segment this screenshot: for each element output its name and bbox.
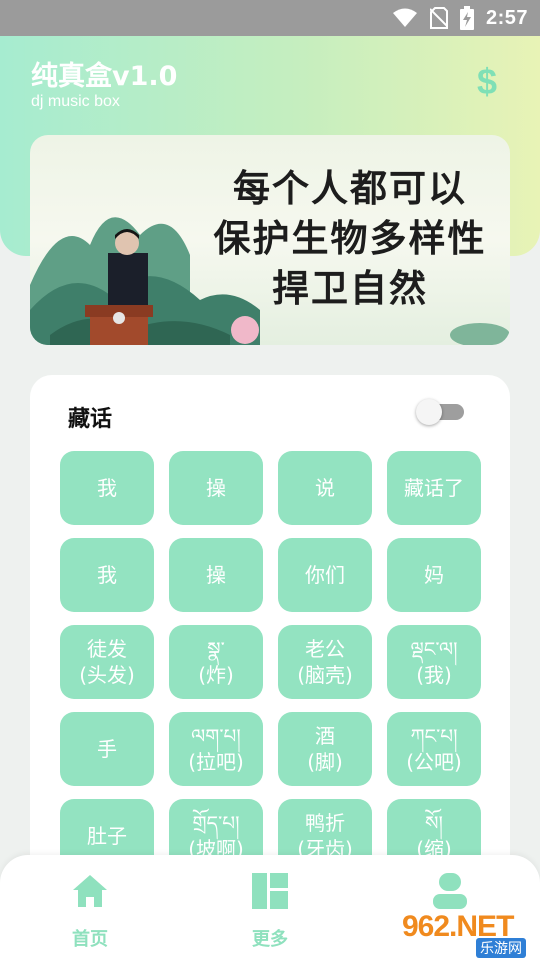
- sound-button-label: (我): [416, 663, 452, 687]
- banner-line: 捍卫自然: [272, 266, 428, 310]
- sound-button-label: (公吧): [406, 750, 462, 774]
- sound-button[interactable]: 操: [169, 451, 263, 525]
- sound-button-label: 操: [206, 563, 226, 587]
- sound-button[interactable]: 操: [169, 538, 263, 612]
- sound-button-label: 藏话了: [404, 476, 464, 500]
- home-icon: [73, 875, 107, 907]
- sound-button-grid: 我操说藏话了我操你们妈徒发 (头发) སྣ་ (炸) 老公 (脑壳) ལྡང་ལ། (我) 手 ལ…: [60, 451, 481, 873]
- app-subtitle: dj music box: [31, 93, 120, 110]
- sound-button-label: (脑壳): [297, 663, 353, 687]
- sound-button-label: 徒发: [87, 637, 127, 661]
- sound-button[interactable]: 妈: [387, 538, 481, 612]
- sound-button-label: ལག་པ།: [191, 724, 241, 748]
- nav-more[interactable]: 更多: [225, 871, 315, 951]
- sound-button-label: 我: [97, 476, 117, 500]
- sound-button-label: 操: [206, 476, 226, 500]
- sound-button-label: ཀང་པ།: [410, 724, 458, 748]
- sound-button[interactable]: 酒 (脚): [278, 712, 372, 786]
- sound-button[interactable]: 手: [60, 712, 154, 786]
- watermark-logo: 962.NET 乐游网: [400, 908, 536, 958]
- sound-button[interactable]: 徒发 (头发): [60, 625, 154, 699]
- sound-button-label: (拉吧): [188, 750, 244, 774]
- sound-button-label: 鸭折: [305, 811, 345, 835]
- sound-button[interactable]: ལྡང་ལ། (我): [387, 625, 481, 699]
- sound-button[interactable]: 我: [60, 538, 154, 612]
- card-title: 藏话: [68, 407, 113, 432]
- sound-button[interactable]: 说: [278, 451, 372, 525]
- sound-button[interactable]: སྣ་ (炸): [169, 625, 263, 699]
- banner-line: 保护生物多样性: [213, 216, 487, 260]
- sound-button-label: 我: [97, 563, 117, 587]
- app-title: 纯真盒v1.0: [31, 61, 178, 92]
- sound-button-label: (头发): [79, 663, 135, 687]
- sound-button-label: སྣ་: [207, 637, 225, 661]
- sound-button-label: (炸): [198, 663, 234, 687]
- watermark-sub: 乐游网: [476, 938, 526, 958]
- battery-charging-icon: [459, 6, 474, 30]
- sound-button-label: 酒: [315, 724, 335, 748]
- grid-icon: [252, 873, 288, 909]
- status-time: 2:57: [485, 6, 528, 29]
- sound-button-label: 手: [97, 737, 117, 761]
- wifi-icon: [392, 8, 417, 27]
- sound-button-label: 你们: [305, 563, 345, 587]
- sound-button-label: 说: [315, 476, 335, 500]
- sound-button-label: (脚): [307, 750, 343, 774]
- soundboard-card: 藏话 我操说藏话了我操你们妈徒发 (头发) སྣ་ (炸) 老公 (脑壳) ལྡང་ལ། (我…: [30, 375, 510, 895]
- sound-button-label: ལྡང་ལ།: [410, 637, 458, 661]
- sound-button-label: གྲོད་པ།: [192, 811, 240, 835]
- banner-line: 每个人都可以: [233, 166, 467, 210]
- mode-toggle[interactable]: [416, 399, 466, 425]
- dollar-icon[interactable]: $: [472, 62, 502, 102]
- user-icon: [433, 873, 467, 909]
- banner-carousel[interactable]: 每个人都可以 保护生物多样性 捍卫自然: [30, 135, 510, 345]
- toggle-knob: [416, 399, 442, 425]
- sound-button[interactable]: 老公 (脑壳): [278, 625, 372, 699]
- nav-home-label: 首页: [72, 929, 108, 950]
- status-bar: 2:57: [0, 0, 540, 36]
- sound-button[interactable]: 我: [60, 451, 154, 525]
- sound-button-label: 妈: [424, 563, 444, 587]
- sound-button-label: སོ།: [425, 811, 443, 835]
- sound-button[interactable]: ཀང་པ། (公吧): [387, 712, 481, 786]
- sound-button[interactable]: 藏话了: [387, 451, 481, 525]
- no-sim-icon: [429, 7, 448, 29]
- banner-text: 每个人都可以 保护生物多样性 捍卫自然: [190, 163, 510, 313]
- sound-button[interactable]: ལག་པ། (拉吧): [169, 712, 263, 786]
- nav-more-label: 更多: [252, 929, 288, 950]
- sound-button[interactable]: 你们: [278, 538, 372, 612]
- sound-button-label: 老公: [305, 637, 345, 661]
- sound-button-label: 肚子: [87, 824, 127, 848]
- nav-home[interactable]: 首页: [45, 871, 135, 951]
